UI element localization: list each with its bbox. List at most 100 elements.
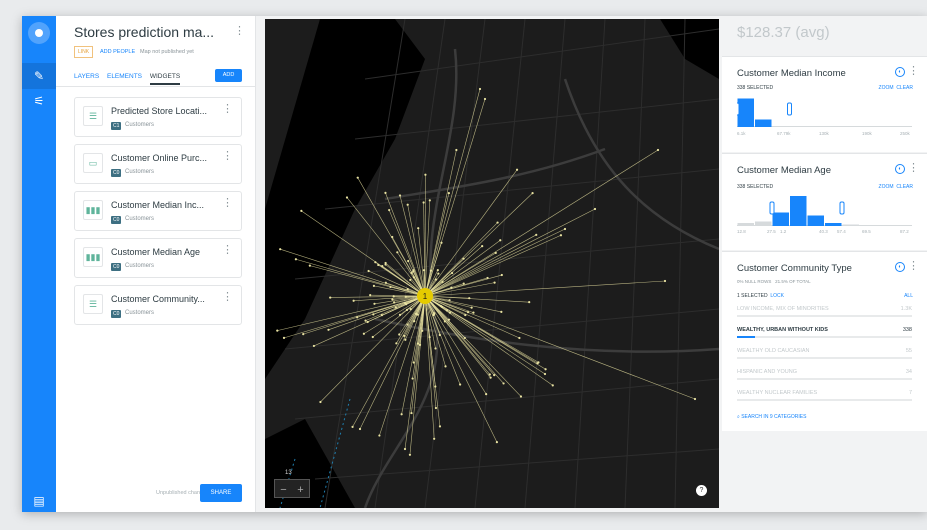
category-item[interactable]: WEALTHY OLD CAUCASIAN 55: [737, 348, 912, 359]
customer-point: [403, 334, 406, 338]
selected-count: 338 SELECTED: [737, 85, 774, 91]
color-toggle-icon[interactable]: ◐: [895, 262, 905, 272]
customer-point: [389, 285, 392, 289]
privacy-badge[interactable]: LINK: [74, 46, 94, 58]
customer-point: [441, 280, 444, 283]
widget-card[interactable]: ▮▮▮ Customer Median Inc... C0 Customers …: [74, 191, 242, 231]
color-toggle-icon[interactable]: ◐: [895, 67, 905, 77]
category-bar: [737, 357, 912, 359]
lock-link[interactable]: LOCK: [770, 293, 784, 299]
customer-point: [413, 320, 416, 323]
customer-point: [450, 271, 454, 275]
customer-point: [279, 248, 282, 251]
hist-bar: [842, 224, 859, 226]
widget-type-icon: ☰: [83, 106, 103, 126]
zoom-out-button[interactable]: −: [275, 481, 292, 499]
income-histogram[interactable]: [737, 95, 912, 127]
hist-bar: [755, 119, 772, 127]
widget-menu-icon[interactable]: ⋮: [908, 261, 919, 272]
widget-card[interactable]: ▮▮▮ Customer Median Age C0 Customers ⋮: [74, 238, 242, 278]
customer-point: [462, 257, 465, 260]
map-info-button[interactable]: ?: [696, 485, 707, 496]
customer-point: [483, 97, 487, 101]
category-count: 34: [905, 369, 912, 375]
zoom-link[interactable]: ZOOM: [879, 184, 894, 190]
hist-bar: [807, 215, 824, 226]
customer-point: [488, 373, 491, 376]
carto-logo[interactable]: [28, 22, 50, 44]
customer-point: [535, 233, 538, 236]
widget-menu-icon[interactable]: ⋮: [222, 292, 233, 303]
zoom-clear-links: ZOOM CLEAR: [879, 184, 913, 190]
category-bar: [737, 315, 912, 317]
customer-point: [470, 306, 473, 309]
customer-point: [294, 258, 297, 261]
clear-link[interactable]: CLEAR: [896, 85, 913, 91]
cluster-count: 1: [423, 292, 428, 301]
title-menu-icon[interactable]: ⋮: [234, 26, 245, 37]
customer-point: [366, 320, 369, 324]
all-link[interactable]: ALL: [904, 293, 913, 299]
widget-card[interactable]: ☰ Customer Community... C0 Customers ⋮: [74, 285, 242, 325]
zoom-link[interactable]: ZOOM: [879, 85, 894, 91]
category-item[interactable]: LOW INCOME, MIX OF MINORITIES 1.3K: [737, 306, 912, 317]
income-widget: Customer Median Income ◐ ⋮ 338 SELECTED …: [722, 56, 927, 152]
customer-point: [393, 301, 396, 304]
tick-label: 130k: [819, 131, 829, 136]
edit-pencil-icon[interactable]: ✎: [22, 63, 56, 89]
tab-widgets[interactable]: WIDGETS: [149, 73, 181, 85]
customer-point: [448, 299, 451, 302]
widget-menu-icon[interactable]: ⋮: [222, 198, 233, 209]
customer-point: [372, 284, 376, 287]
category-item-selected[interactable]: WEALTHY, URBAN WITHOUT KIDS 338: [737, 327, 912, 338]
search-categories-link[interactable]: ⌕ SEARCH IN 9 CATEGORIES: [737, 414, 806, 420]
widget-card[interactable]: ☰ Predicted Store Locati... C1 Customers…: [74, 97, 242, 137]
customer-point: [300, 209, 303, 212]
customer-point: [422, 269, 426, 272]
customer-point: [377, 263, 380, 267]
customer-point: [312, 344, 316, 348]
age-histogram[interactable]: [737, 194, 912, 226]
tabs-divider: [56, 86, 256, 87]
customer-point: [395, 342, 398, 345]
customer-point: [441, 305, 444, 309]
share-button[interactable]: SHARE: [200, 484, 242, 502]
settings-sliders-icon[interactable]: ⚟: [22, 88, 56, 114]
search-label: SEARCH IN 9 CATEGORIES: [741, 414, 807, 420]
feedback-icon[interactable]: ▤: [22, 488, 56, 514]
customer-point: [374, 261, 377, 264]
customer-point: [531, 191, 534, 195]
customer-point: [391, 298, 394, 301]
widget-menu-icon[interactable]: ⋮: [222, 151, 233, 162]
customer-point: [422, 201, 425, 204]
customer-point: [428, 199, 431, 202]
tab-elements[interactable]: ELEMENTS: [107, 73, 142, 80]
age-widget: Customer Median Age ◐ ⋮ 338 SELECTED ZOO…: [722, 153, 927, 250]
customer-point: [466, 311, 470, 314]
widget-menu-icon[interactable]: ⋮: [222, 104, 233, 115]
add-people-link[interactable]: ADD PEOPLE: [100, 49, 135, 55]
customer-point: [400, 413, 403, 416]
category-item[interactable]: WEALTHY NUCLEAR FAMILIES 7: [737, 390, 912, 401]
customer-point: [406, 203, 409, 206]
map-canvas[interactable]: 1 13 − + ?: [265, 19, 719, 508]
customer-point: [381, 264, 384, 268]
zoom-in-button[interactable]: +: [292, 481, 309, 499]
customer-point: [462, 282, 465, 285]
tick-label: 190k: [862, 131, 872, 136]
clear-link[interactable]: CLEAR: [896, 184, 913, 190]
map-title[interactable]: Stores prediction ma...: [74, 24, 214, 40]
add-widget-button[interactable]: ADD: [215, 69, 242, 82]
widget-menu-icon[interactable]: ⋮: [908, 163, 919, 174]
widget-name: Predicted Store Locati...: [111, 106, 208, 116]
customer-point: [302, 333, 305, 336]
tab-layers[interactable]: LAYERS: [74, 73, 99, 80]
widget-menu-icon[interactable]: ⋮: [222, 245, 233, 256]
category-item[interactable]: HISPANIC AND YOUNG 34: [737, 369, 912, 380]
customer-point: [405, 308, 409, 311]
widget-menu-icon[interactable]: ⋮: [908, 66, 919, 77]
color-toggle-icon[interactable]: ◐: [895, 164, 905, 174]
customer-point: [358, 427, 362, 431]
hist-bar: [825, 223, 842, 226]
widget-card[interactable]: ▭ Customer Online Purc... C0 Customers ⋮: [74, 144, 242, 184]
